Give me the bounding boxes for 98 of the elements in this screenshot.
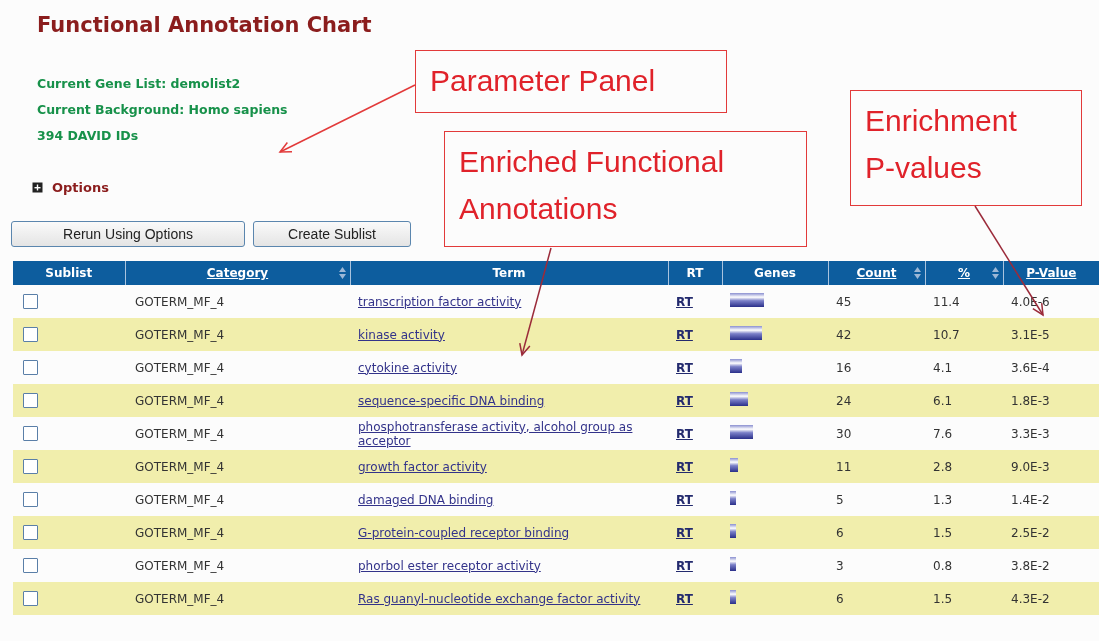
sort-icon[interactable] [991,267,999,279]
table-cell: 3.8E-2 [1011,558,1050,573]
table-cell: GOTERM_MF_4 [135,360,225,375]
gene-bar-icon[interactable] [730,524,736,538]
term-link[interactable]: growth factor activity [358,459,487,474]
gene-bar-icon[interactable] [730,590,736,604]
checkbox[interactable] [23,492,38,507]
table-cell: GOTERM_MF_4 [135,327,225,342]
info-text: Current Background: Homo sapiens [37,101,288,119]
term-link[interactable]: transcription factor activity [358,294,522,309]
rt-link[interactable]: RT [676,492,693,507]
table-cell: GOTERM_MF_4 [135,294,225,309]
checkbox[interactable] [23,393,38,408]
callout-label: Enriched Functional Annotations [444,131,807,247]
gene-bar-icon[interactable] [730,425,753,439]
table-cell: GOTERM_MF_4 [135,525,225,540]
table-cell: GOTERM_MF_4 [135,492,225,507]
callout-label: Parameter Panel [415,50,727,113]
gene-bar-icon[interactable] [730,293,764,307]
table-cell: GOTERM_MF_4 [135,591,225,606]
table-cell: 9.0E-3 [1011,459,1050,474]
table-cell: 1.8E-3 [1011,393,1050,408]
rt-link[interactable]: RT [676,558,693,573]
info-text: Current Gene List: demolist2 [37,75,241,93]
table-cell: 1.5 [933,525,953,540]
action-button[interactable]: Create Sublist [253,221,411,247]
table-cell: 30 [836,426,852,441]
page-title: Functional Annotation Chart [36,12,373,39]
rt-link[interactable]: RT [676,327,693,342]
checkbox[interactable] [23,327,38,342]
table-cell: 4.3E-2 [1011,591,1050,606]
table-cell: 6.1 [933,393,953,408]
table-cell: 6 [836,591,844,606]
rt-link[interactable]: RT [676,426,693,441]
checkbox[interactable] [23,525,38,540]
table-cell: 0.8 [933,558,953,573]
term-link[interactable]: damaged DNA binding [358,492,494,507]
column-header[interactable]: P-Value [1003,261,1099,285]
rt-link[interactable]: RT [676,525,693,540]
rt-link[interactable]: RT [676,459,693,474]
table-cell: 45 [836,294,852,309]
column-header: Sublist [13,261,125,285]
column-header: RT [668,261,722,285]
checkbox[interactable] [23,459,38,474]
gene-bar-icon[interactable] [730,557,736,571]
table-cell: 3.1E-5 [1011,327,1050,342]
checkbox[interactable] [23,591,38,606]
table-cell: 1.5 [933,591,953,606]
rt-link[interactable]: RT [676,591,693,606]
sort-icon[interactable] [913,267,921,279]
table-cell: 2.8 [933,459,953,474]
column-header[interactable]: % [925,261,1003,285]
gene-bar-icon[interactable] [730,326,762,340]
table-cell: 1.3 [933,492,953,507]
gene-bar-icon[interactable] [730,491,736,505]
rt-link[interactable]: RT [676,294,693,309]
table-cell: 7.6 [933,426,953,441]
table-cell: 3.3E-3 [1011,426,1050,441]
column-header: Term [350,261,668,285]
table-cell: 24 [836,393,852,408]
table-cell: 2.5E-2 [1011,525,1050,540]
table-cell: 42 [836,327,852,342]
table-cell: 1.4E-2 [1011,492,1050,507]
checkbox[interactable] [23,558,38,573]
table-cell: 11 [836,459,852,474]
info-text: 394 DAVID IDs [37,127,139,145]
table-cell: 10.7 [933,327,960,342]
table-cell: 5 [836,492,844,507]
gene-bar-icon[interactable] [730,392,748,406]
options-link[interactable]: Options [52,180,109,195]
term-link[interactable]: phorbol ester receptor activity [358,558,541,573]
table-cell: 3 [836,558,844,573]
rt-link[interactable]: RT [676,393,693,408]
column-header: Genes [722,261,828,285]
table-cell: 4.1 [933,360,953,375]
table-cell: 6 [836,525,844,540]
table-cell: 16 [836,360,852,375]
table-cell: 3.6E-4 [1011,360,1050,375]
sort-icon[interactable] [338,267,346,279]
table-cell: 11.4 [933,294,960,309]
term-link[interactable]: cytokine activity [358,360,458,375]
expand-icon[interactable] [32,182,43,193]
term-link[interactable]: phosphotransferase activity, alcohol group as acceptor [358,419,660,448]
action-button[interactable]: Rerun Using Options [11,221,245,247]
callout-label: Enrichment P-values [850,90,1082,206]
checkbox[interactable] [23,426,38,441]
gene-bar-icon[interactable] [730,359,742,373]
table-cell: GOTERM_MF_4 [135,393,225,408]
rt-link[interactable]: RT [676,360,693,375]
term-link[interactable]: kinase activity [358,327,445,342]
checkbox[interactable] [23,294,38,309]
column-header[interactable]: Category [125,261,350,285]
table-cell: GOTERM_MF_4 [135,558,225,573]
gene-bar-icon[interactable] [730,458,738,472]
table-cell: GOTERM_MF_4 [135,459,225,474]
column-header[interactable]: Count [828,261,925,285]
table-cell: GOTERM_MF_4 [135,426,225,441]
checkbox[interactable] [23,360,38,375]
